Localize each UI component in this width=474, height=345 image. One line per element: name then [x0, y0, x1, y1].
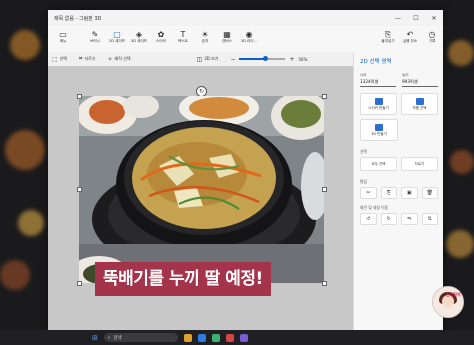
- dimensions: 너비 1324픽셀 높이 993픽셀: [354, 71, 443, 93]
- menu-icon: ▭: [59, 30, 67, 39]
- watermark-text: 한지잔치: [446, 292, 461, 297]
- flip-vertical-icon[interactable]: ⇅: [421, 213, 438, 225]
- panel-title: 2D 선택 영역: [360, 59, 392, 65]
- zoom-level: 56%: [298, 56, 308, 62]
- title-bar: 제목 없음 - 그림판 3D — ☐ ✕: [48, 10, 443, 26]
- taskbar-search[interactable]: ⌕ 검색: [103, 333, 178, 342]
- shapes-2d-tool[interactable]: ▢ 2D 셰이프: [106, 26, 128, 44]
- select-all-button[interactable]: 모두 선택: [360, 157, 397, 171]
- close-button[interactable]: ✕: [425, 15, 443, 22]
- history-button[interactable]: ◷ 기록: [421, 26, 443, 44]
- taskbar-app-icon[interactable]: [239, 333, 248, 342]
- paste-button[interactable]: ⎘ 붙여넣기: [377, 26, 399, 44]
- library-3d-icon: ◉: [245, 30, 253, 39]
- selection-panel: 2D 선택 영역 너비 1324픽셀 높이 993픽셀 스티커 만들기 작품 선…: [353, 52, 443, 330]
- copy-icon[interactable]: ⎘: [380, 187, 397, 199]
- select-section-label: 선택: [360, 149, 367, 154]
- minimize-button[interactable]: —: [389, 15, 407, 22]
- resize-handle-top-left[interactable]: [77, 94, 82, 99]
- text-tool[interactable]: T 텍스트: [172, 26, 194, 44]
- resize-handle-top-right[interactable]: [322, 94, 327, 99]
- resize-handle-left[interactable]: [77, 187, 82, 192]
- library-3d-tool[interactable]: ◉ 3D 라이…: [238, 26, 260, 44]
- sticker-icon: [374, 97, 383, 105]
- paste-icon[interactable]: ▣: [401, 187, 418, 199]
- menu-button[interactable]: ▭ 메뉴: [52, 26, 74, 44]
- canvas-tool[interactable]: ▦ 캔버스: [216, 26, 238, 44]
- crop-artwork-button[interactable]: 작품 선택: [401, 93, 438, 115]
- ribbon-toolbar: ▭ 메뉴 ✎ 브러시 ▢ 2D 셰이프 ◈ 3D 셰이프 ✿ 스티커 T 텍스트…: [48, 26, 443, 53]
- flip-horizontal-icon[interactable]: ⇋: [401, 213, 418, 225]
- canvas-icon: ▦: [223, 30, 231, 39]
- window-title: 제목 없음 - 그림판 3D: [54, 15, 102, 22]
- cube-icon: [375, 123, 383, 131]
- brush-icon: ✎: [91, 30, 99, 39]
- height-input[interactable]: 993픽셀: [402, 78, 438, 87]
- taskbar: ⊞ ⌕ 검색: [0, 330, 474, 345]
- channel-avatar: [432, 286, 464, 318]
- select-tool[interactable]: ⬚ 선택: [52, 56, 67, 63]
- sticker-icon: ✿: [157, 30, 165, 39]
- crop-icon: [415, 97, 424, 105]
- delete-icon[interactable]: 🗑: [421, 187, 438, 199]
- effects-icon: ☀: [201, 30, 209, 39]
- shapes-2d-icon: ▢: [113, 30, 121, 39]
- zoom-in-icon[interactable]: +: [289, 56, 294, 63]
- resize-handle-bottom-right[interactable]: [322, 281, 327, 286]
- text-icon: T: [180, 30, 186, 39]
- make-3d-button[interactable]: 3D 만들기: [360, 119, 398, 141]
- rotate-left-icon[interactable]: ↺: [360, 213, 377, 225]
- magic-select-tool[interactable]: ✧ 매직 선택: [107, 56, 130, 63]
- video-caption: 뚝배기를 누끼 딸 예정!: [95, 262, 271, 296]
- undo-button[interactable]: ↶ 실행 취소: [399, 26, 421, 44]
- history-icon: ◷: [428, 30, 436, 39]
- edit-section-label: 편집: [360, 179, 367, 184]
- taskbar-app-icon[interactable]: [183, 333, 192, 342]
- width-input[interactable]: 1324픽셀: [360, 78, 396, 87]
- cut-icon[interactable]: ✂: [360, 187, 377, 199]
- taskbar-app-icon[interactable]: [211, 333, 220, 342]
- rotate-right-icon[interactable]: ↻: [380, 213, 397, 225]
- brush-tool[interactable]: ✎ 브러시: [84, 26, 106, 44]
- zoom-slider[interactable]: [239, 56, 286, 61]
- magic-select-icon: ✧: [107, 55, 113, 63]
- maximize-button[interactable]: ☐: [407, 15, 425, 22]
- effects-tool[interactable]: ☀ 효과: [194, 26, 216, 44]
- selection-toolbar: ⬚ 선택 ⌗ 자르기 ✧ 매직 선택 ◫ 3D 보기 − + 56%: [48, 52, 357, 67]
- make-sticker-button[interactable]: 스티커 만들기: [360, 93, 397, 115]
- resize-handle-bottom-left[interactable]: [77, 281, 82, 286]
- crop-icon: ⌗: [79, 55, 83, 62]
- stew-photo[interactable]: [79, 96, 324, 283]
- windows-start-icon[interactable]: ⊞: [92, 334, 98, 342]
- view-3d-icon: ◫: [196, 55, 203, 63]
- crop-button[interactable]: 자르기: [401, 157, 438, 171]
- select-arrow-icon: ⬚: [52, 55, 58, 63]
- taskbar-app-icon[interactable]: [197, 333, 206, 342]
- paste-icon: ⎘: [384, 30, 392, 39]
- crop-tool[interactable]: ⌗ 자르기: [79, 55, 95, 63]
- zoom-out-icon[interactable]: −: [230, 56, 235, 63]
- resize-handle-right[interactable]: [322, 187, 327, 192]
- shapes-3d-tool[interactable]: ◈ 3D 셰이프: [128, 26, 150, 44]
- search-icon: ⌕: [107, 335, 111, 341]
- view-3d-toggle[interactable]: ◫ 3D 보기: [197, 56, 219, 63]
- taskbar-app-icon[interactable]: [225, 333, 234, 342]
- shapes-3d-icon: ◈: [135, 30, 143, 39]
- sticker-tool[interactable]: ✿ 스티커: [150, 26, 172, 44]
- undo-icon: ↶: [406, 30, 414, 39]
- rotate-section-label: 회전 및 대칭 이동: [360, 205, 389, 210]
